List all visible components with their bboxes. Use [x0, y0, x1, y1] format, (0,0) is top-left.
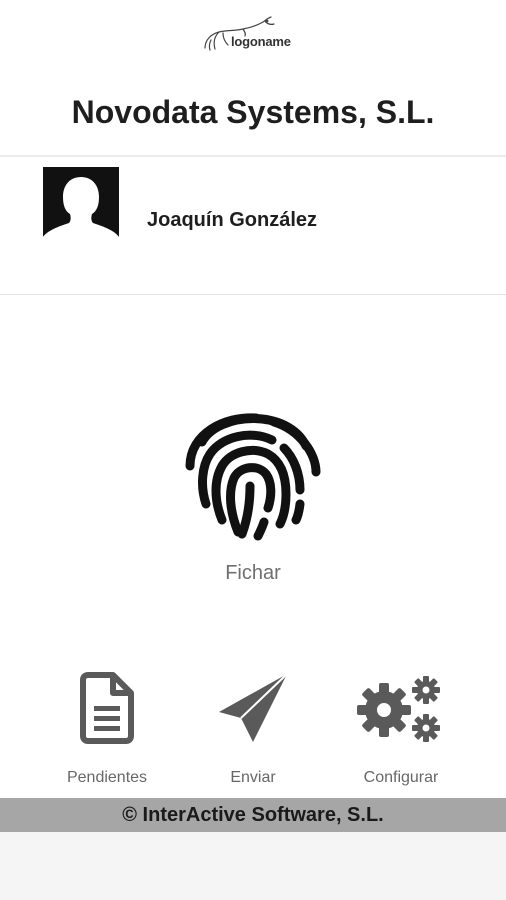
fingerprint-icon [185, 413, 321, 541]
user-name: Joaquín González [147, 209, 318, 231]
fichar-label: Fichar [225, 562, 281, 584]
enviar-label: Enviar [230, 769, 276, 786]
footer-bar: © InterActive Software, S.L. [0, 798, 506, 832]
person-silhouette-icon [43, 167, 119, 249]
main-panel: logoname Novodata Systems, S.L. Joaquín … [0, 0, 506, 798]
configurar-button[interactable]: Configurar [341, 668, 461, 792]
pendientes-button[interactable]: Pendientes [47, 668, 167, 792]
pendientes-label: Pendientes [66, 769, 148, 786]
app-screen: logoname Novodata Systems, S.L. Joaquín … [0, 0, 506, 900]
paper-plane-icon [193, 668, 313, 748]
header-logo: logoname [0, 12, 506, 56]
header-divider [0, 155, 506, 157]
gears-icon [341, 668, 461, 748]
copyright-text: © InterActive Software, S.L. [122, 803, 384, 826]
logo-text: logoname [231, 34, 291, 49]
configurar-label: Configurar [363, 769, 439, 786]
enviar-button[interactable]: Enviar [193, 668, 313, 792]
user-divider [0, 294, 506, 295]
company-name: Novodata Systems, S.L. [71, 94, 435, 130]
fichar-button[interactable] [176, 394, 330, 544]
avatar [43, 167, 119, 249]
document-icon [47, 668, 167, 748]
logo: logoname [201, 12, 305, 56]
bottom-blank-area [0, 832, 506, 900]
